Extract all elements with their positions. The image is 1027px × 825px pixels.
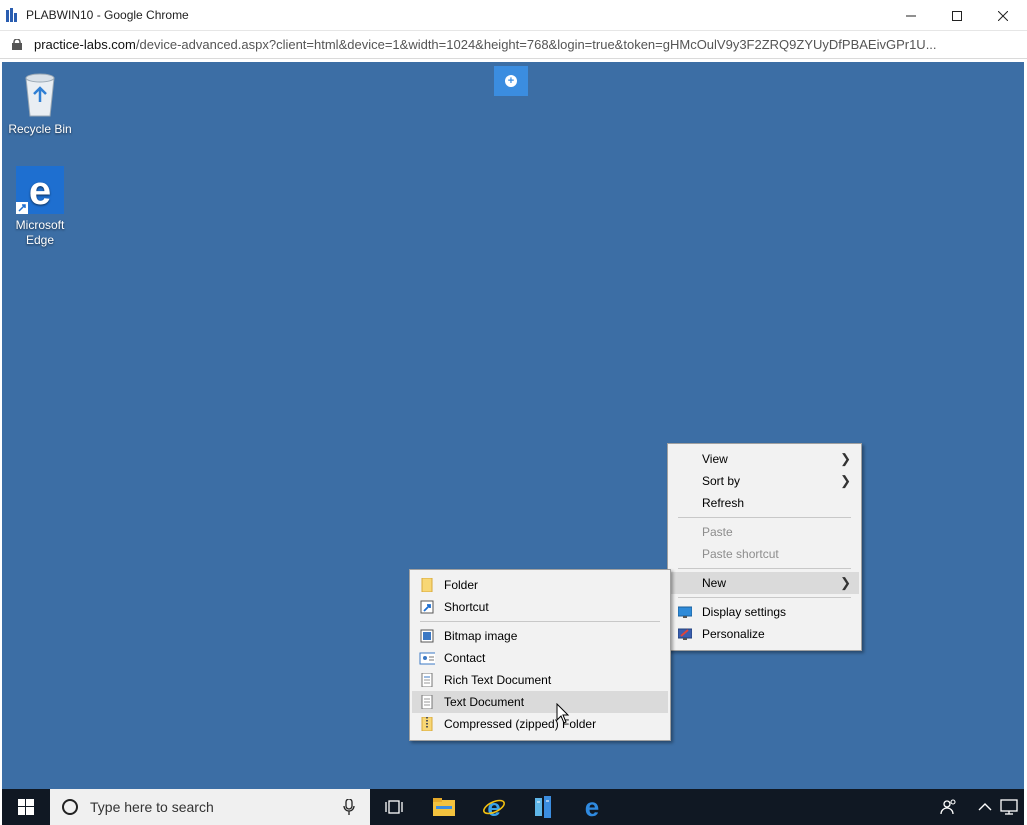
plus-icon: + <box>505 75 517 87</box>
taskbar: Type here to search e e <box>2 789 1024 825</box>
chevron-right-icon: ❯ <box>840 451 851 466</box>
desktop-icon-edge[interactable]: e Microsoft Edge <box>2 166 78 248</box>
window-title: PLABWIN10 - Google Chrome <box>26 8 189 22</box>
cortana-icon <box>62 799 78 815</box>
svg-text:e: e <box>585 795 599 819</box>
menu-item-label: Folder <box>444 578 479 592</box>
people-icon[interactable] <box>940 798 958 816</box>
recycle-bin-icon <box>25 73 55 117</box>
url-text[interactable]: practice-labs.com/device-advanced.aspx?c… <box>34 37 937 52</box>
internet-explorer-icon: e <box>483 795 505 819</box>
zip-folder-icon <box>421 717 433 731</box>
submenu-item-bitmap-image[interactable]: Bitmap image <box>412 625 668 647</box>
menu-item-refresh[interactable]: Refresh <box>670 492 859 514</box>
menu-separator <box>678 597 851 598</box>
start-button[interactable] <box>2 789 50 825</box>
taskbar-search-box[interactable]: Type here to search <box>50 789 370 825</box>
menu-item-label: Refresh <box>702 496 745 510</box>
url-path: /device-advanced.aspx?client=html&device… <box>135 37 937 52</box>
windows-logo-icon <box>18 799 34 815</box>
menu-item-label: Paste <box>702 525 733 539</box>
menu-item-label: New <box>702 576 727 590</box>
desktop-context-menu: View ❯ Sort by ❯ Refresh Paste Paste sho… <box>667 443 862 651</box>
desktop-icon-label: Recycle Bin <box>8 122 72 136</box>
chevron-right-icon: ❯ <box>840 575 851 590</box>
menu-item-label: Text Document <box>444 695 525 709</box>
internet-explorer-button[interactable]: e <box>482 795 506 819</box>
menu-item-sort-by[interactable]: Sort by ❯ <box>670 470 859 492</box>
menu-item-label: Paste shortcut <box>702 547 779 561</box>
contact-icon <box>419 652 435 665</box>
submenu-item-rich-text-document[interactable]: Rich Text Document <box>412 669 668 691</box>
menu-item-label: Display settings <box>702 605 787 619</box>
close-icon <box>998 10 1008 21</box>
chevron-up-icon[interactable] <box>976 798 994 816</box>
microphone-icon[interactable] <box>343 799 355 816</box>
window-titlebar: PLABWIN10 - Google Chrome <box>0 0 1027 31</box>
edge-icon: e <box>16 166 64 214</box>
menu-separator <box>678 517 851 518</box>
desktop-icon-label: Microsoft Edge <box>15 218 65 247</box>
close-button[interactable] <box>980 0 1026 31</box>
rich-text-icon <box>421 673 433 687</box>
submenu-item-text-document[interactable]: Text Document <box>412 691 668 713</box>
text-document-icon <box>421 695 433 709</box>
submenu-item-compressed-folder[interactable]: Compressed (zipped) Folder <box>412 713 668 735</box>
menu-item-personalize[interactable]: Personalize <box>670 623 859 645</box>
minimize-button[interactable] <box>888 0 934 31</box>
menu-item-label: Sort by <box>702 474 741 488</box>
menu-item-label: Personalize <box>702 627 765 641</box>
edge-taskbar-button[interactable]: e <box>580 795 604 819</box>
notifications-icon[interactable] <box>1000 798 1018 816</box>
maximize-icon <box>952 10 962 21</box>
task-view-button[interactable] <box>382 795 406 819</box>
menu-item-paste[interactable]: Paste <box>670 521 859 543</box>
display-icon <box>678 606 692 618</box>
url-host: practice-labs.com <box>34 37 136 52</box>
menu-separator <box>678 568 851 569</box>
menu-item-label: Rich Text Document <box>444 673 552 687</box>
menu-item-label: Bitmap image <box>444 629 518 643</box>
chevron-right-icon: ❯ <box>840 473 851 488</box>
minimize-icon <box>906 15 916 16</box>
submenu-item-folder[interactable]: Folder <box>412 574 668 596</box>
server-manager-icon <box>535 796 551 818</box>
maximize-button[interactable] <box>934 0 980 31</box>
svg-text:e: e <box>487 795 500 819</box>
menu-item-paste-shortcut[interactable]: Paste shortcut <box>670 543 859 565</box>
menu-item-label: Compressed (zipped) Folder <box>444 717 597 731</box>
file-explorer-button[interactable] <box>432 795 456 819</box>
personalize-icon <box>678 628 692 640</box>
bitmap-icon <box>420 629 434 643</box>
submenu-item-contact[interactable]: Contact <box>412 647 668 669</box>
new-submenu: Folder Shortcut Bitmap image Contact Ric… <box>409 569 671 741</box>
mouse-cursor-icon <box>556 703 570 724</box>
menu-item-view[interactable]: View ❯ <box>670 448 859 470</box>
edge-icon: e <box>585 795 599 819</box>
file-explorer-icon <box>433 798 455 816</box>
menu-item-label: Shortcut <box>444 600 489 614</box>
menu-item-new[interactable]: New ❯ <box>670 572 859 594</box>
search-placeholder: Type here to search <box>90 799 214 815</box>
folder-icon <box>421 578 433 592</box>
remote-toolbar-toggle[interactable]: + <box>494 66 528 96</box>
submenu-item-shortcut[interactable]: Shortcut <box>412 596 668 618</box>
menu-item-label: Contact <box>444 651 486 665</box>
server-manager-button[interactable] <box>531 795 555 819</box>
lock-icon <box>12 39 22 50</box>
desktop-icon-recycle-bin[interactable]: Recycle Bin <box>2 68 78 137</box>
address-bar[interactable]: practice-labs.com/device-advanced.aspx?c… <box>0 31 1027 59</box>
svg-text:e: e <box>29 169 51 213</box>
task-view-icon <box>385 800 403 814</box>
menu-item-display-settings[interactable]: Display settings <box>670 601 859 623</box>
shortcut-icon <box>420 600 434 614</box>
menu-item-label: View <box>702 452 728 466</box>
app-icon <box>6 8 17 22</box>
menu-separator <box>420 621 660 622</box>
